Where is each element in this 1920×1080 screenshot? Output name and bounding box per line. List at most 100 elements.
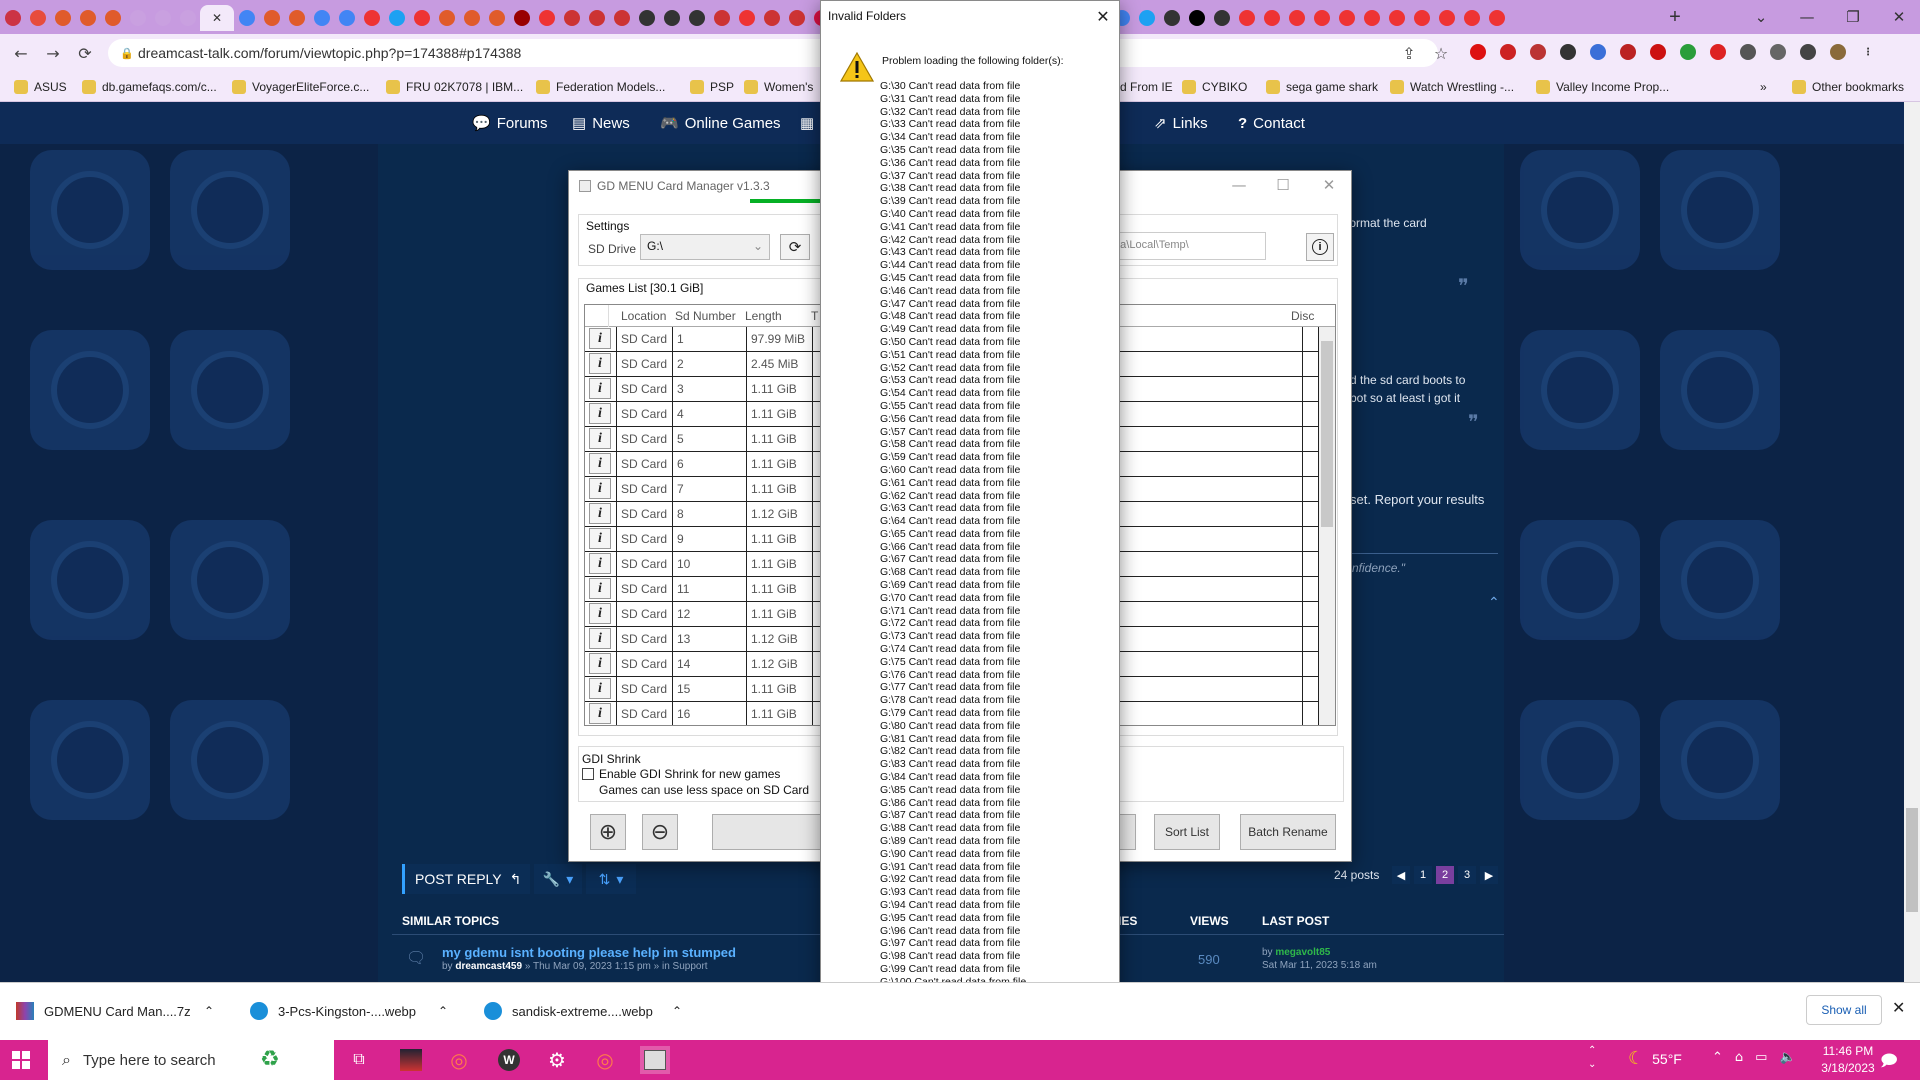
page-scrollbar-thumb[interactable] <box>1906 808 1918 912</box>
volume-icon[interactable]: 🔈 <box>1779 1050 1795 1065</box>
extension-icon[interactable] <box>1620 44 1636 60</box>
other-bookmarks[interactable]: Other bookmarks <box>1792 77 1904 97</box>
table-scrollbar[interactable] <box>1319 327 1335 725</box>
bookmark-star-icon[interactable]: ☆ <box>1428 40 1454 66</box>
sort-dropdown[interactable]: ⇅ ▾ <box>586 864 636 894</box>
browser-tab[interactable] <box>309 5 334 31</box>
browser-tab[interactable] <box>175 5 200 31</box>
browser-tab[interactable] <box>1359 5 1384 31</box>
browser-tab[interactable] <box>1484 5 1509 31</box>
bookmark-item[interactable]: sega game shark <box>1266 77 1378 97</box>
add-game-button[interactable]: ⊕ <box>590 814 626 850</box>
info-icon[interactable]: i <box>589 603 611 624</box>
display-icon[interactable]: ▭ <box>1755 1050 1767 1065</box>
gdmenu-minimize-button[interactable]: — <box>1216 170 1262 200</box>
gdi-shrink-enable-label[interactable]: Enable GDI Shrink for new games <box>599 767 780 781</box>
browser-tab[interactable] <box>1259 5 1284 31</box>
profile-avatar[interactable] <box>1830 44 1846 60</box>
browser-tab[interactable] <box>1234 5 1259 31</box>
topic-title-link[interactable]: my gdemu isnt booting please help im stu… <box>442 945 736 960</box>
column-header[interactable]: Disc <box>1291 309 1314 323</box>
page-link-current[interactable]: 2 <box>1436 866 1454 884</box>
taskbar-scroll-icon[interactable]: ⌃ ⌄ <box>1588 1044 1596 1072</box>
show-all-button[interactable]: Show all <box>1806 995 1882 1025</box>
browser-tab[interactable] <box>584 5 609 31</box>
browser-tab[interactable] <box>284 5 309 31</box>
browser-tab[interactable] <box>609 5 634 31</box>
page-link[interactable]: 3 <box>1458 866 1476 884</box>
info-icon[interactable]: i <box>589 528 611 549</box>
tools-dropdown[interactable]: 🔧 ▾ <box>534 864 582 894</box>
reading-list-icon[interactable] <box>1770 44 1786 60</box>
browser-tab[interactable] <box>1134 5 1159 31</box>
forward-icon[interactable]: → <box>40 40 66 66</box>
column-header[interactable]: Sd Number <box>675 309 736 323</box>
info-icon[interactable]: i <box>589 378 611 399</box>
browser-tab[interactable] <box>434 5 459 31</box>
taskbar-app-icon[interactable] <box>396 1046 426 1074</box>
remove-game-button[interactable]: ⊖ <box>642 814 678 850</box>
info-icon[interactable]: i <box>589 478 611 499</box>
restore-button[interactable]: ❐ <box>1830 0 1876 34</box>
info-icon[interactable]: i <box>589 428 611 449</box>
info-icon[interactable]: i <box>589 578 611 599</box>
browser-tab[interactable] <box>1409 5 1434 31</box>
bookmark-item[interactable]: ASUS <box>14 77 67 97</box>
browser-tab[interactable] <box>1434 5 1459 31</box>
calendar-icon[interactable]: ▦ <box>800 102 814 144</box>
browser-tab[interactable] <box>634 5 659 31</box>
next-page-icon[interactable]: ▶ <box>1480 866 1498 884</box>
info-icon[interactable]: i <box>589 628 611 649</box>
extension-icon[interactable] <box>1470 44 1486 60</box>
sd-drive-select[interactable]: G:\ ⌄ <box>640 234 770 260</box>
browser-tab[interactable] <box>659 5 684 31</box>
info-icon[interactable]: i <box>589 453 611 474</box>
info-icon[interactable]: i <box>589 678 611 699</box>
browser-tab[interactable] <box>25 5 50 31</box>
gdmenu-taskbar-icon[interactable] <box>640 1046 670 1074</box>
extension-icon[interactable] <box>1560 44 1576 60</box>
dreamcast-swirl-icon[interactable]: ◎ <box>590 1046 620 1074</box>
scrollbar-thumb[interactable] <box>1321 341 1333 527</box>
browser-tab[interactable] <box>709 5 734 31</box>
info-icon[interactable]: i <box>589 703 611 724</box>
column-header[interactable]: Length <box>745 309 782 323</box>
download-item[interactable]: sandisk-extreme....webp ⌃ <box>484 994 682 1028</box>
browser-tab[interactable] <box>1184 5 1209 31</box>
tab-search-icon[interactable]: ⌄ <box>1738 0 1784 34</box>
browser-tab[interactable] <box>359 5 384 31</box>
browser-tab[interactable] <box>1284 5 1309 31</box>
bookmark-item[interactable]: Watch Wrestling -... <box>1390 77 1514 97</box>
new-tab-button[interactable]: + <box>1662 4 1688 30</box>
browser-tab[interactable] <box>534 5 559 31</box>
info-icon[interactable]: i <box>589 653 611 674</box>
toolbar-button[interactable] <box>712 814 822 850</box>
browser-tab[interactable] <box>234 5 259 31</box>
quote-icon[interactable]: ❞ <box>1458 274 1469 299</box>
browser-tab[interactable] <box>509 5 534 31</box>
weather-widget[interactable]: ☾ 55°F <box>1628 1048 1682 1069</box>
browser-tab[interactable] <box>1384 5 1409 31</box>
topic-author-link[interactable]: dreamcast459 <box>455 961 522 972</box>
back-icon[interactable]: ← <box>8 40 34 66</box>
browser-tab[interactable] <box>734 5 759 31</box>
browser-tab[interactable] <box>75 5 100 31</box>
wattpad-icon[interactable]: W <box>494 1046 524 1074</box>
gdi-shrink-checkbox[interactable] <box>582 768 594 780</box>
clock[interactable]: 11:46 PM 3/18/2023 <box>1818 1043 1878 1077</box>
menu-kebab-icon[interactable]: ⋮ <box>1860 44 1876 60</box>
gdmenu-maximize-button[interactable]: ☐ <box>1260 170 1306 200</box>
browser-tab[interactable] <box>125 5 150 31</box>
browser-tab[interactable] <box>409 5 434 31</box>
browser-tab[interactable] <box>459 5 484 31</box>
gdmenu-close-button[interactable]: ✕ <box>1306 170 1352 200</box>
browser-tab[interactable] <box>759 5 784 31</box>
chevron-up-icon[interactable]: ⌃ <box>1712 1050 1723 1065</box>
dialog-close-button[interactable]: ✕ <box>1090 4 1116 28</box>
puzzle-icon[interactable] <box>1740 44 1756 60</box>
extension-icon[interactable] <box>1680 44 1696 60</box>
column-header[interactable]: Location <box>621 309 666 323</box>
last-post-author-link[interactable]: megavolt85 <box>1275 947 1330 958</box>
quote-icon[interactable]: ❞ <box>1468 410 1479 435</box>
chevron-up-icon[interactable]: ⌃ <box>204 1004 214 1018</box>
